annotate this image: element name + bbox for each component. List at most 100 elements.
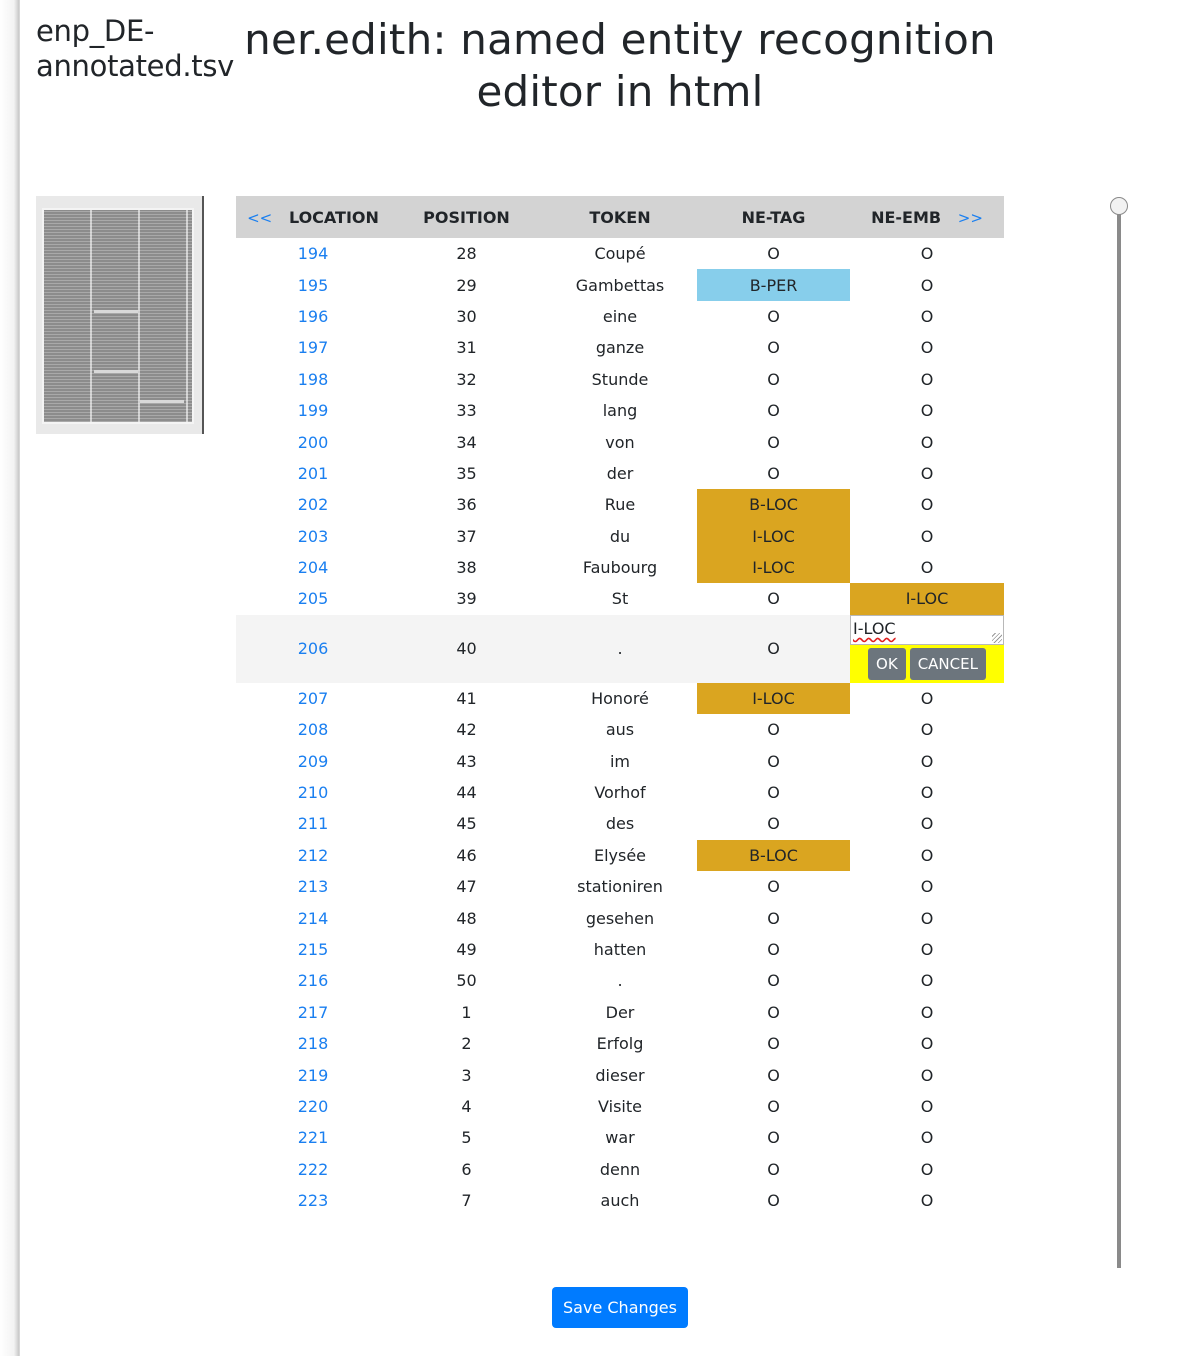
ne-emb-cell[interactable]: O bbox=[850, 1091, 1004, 1122]
ne-tag-cell[interactable]: O bbox=[697, 1122, 850, 1153]
token-cell[interactable]: stationiren bbox=[543, 871, 697, 902]
ok-button[interactable]: OK bbox=[868, 647, 906, 680]
next-page-link[interactable]: >> bbox=[958, 209, 983, 227]
ne-emb-cell[interactable]: O bbox=[850, 489, 1004, 520]
prev-page-link[interactable]: << bbox=[247, 209, 272, 227]
ne-tag-cell[interactable]: O bbox=[697, 934, 850, 965]
location-link[interactable]: 218 bbox=[298, 1034, 329, 1053]
token-cell[interactable]: Coupé bbox=[543, 238, 697, 269]
ne-tag-cell[interactable]: O bbox=[697, 364, 850, 395]
token-cell[interactable]: du bbox=[543, 521, 697, 552]
location-link[interactable]: 194 bbox=[298, 244, 329, 263]
token-cell[interactable]: lang bbox=[543, 395, 697, 426]
ne-emb-cell[interactable]: O bbox=[850, 395, 1004, 426]
token-cell[interactable]: . bbox=[543, 614, 697, 683]
ne-emb-edit-input[interactable]: I-LOC bbox=[850, 614, 1004, 645]
location-link[interactable]: 223 bbox=[298, 1191, 329, 1210]
ne-emb-cell[interactable]: O bbox=[850, 902, 1004, 933]
ne-emb-cell[interactable]: O bbox=[850, 552, 1004, 583]
token-cell[interactable]: Erfolg bbox=[543, 1028, 697, 1059]
location-link[interactable]: 211 bbox=[298, 814, 329, 833]
ne-emb-cell[interactable]: O bbox=[850, 332, 1004, 363]
token-cell[interactable]: von bbox=[543, 426, 697, 457]
cancel-button[interactable]: CANCEL bbox=[909, 647, 986, 680]
location-link[interactable]: 195 bbox=[298, 276, 329, 295]
ne-emb-cell[interactable]: O bbox=[850, 458, 1004, 489]
ne-emb-cell[interactable]: O bbox=[850, 745, 1004, 776]
token-cell[interactable]: Vorhof bbox=[543, 777, 697, 808]
ne-tag-cell[interactable]: B-LOC bbox=[697, 839, 850, 872]
location-link[interactable]: 201 bbox=[298, 464, 329, 483]
location-link[interactable]: 196 bbox=[298, 307, 329, 326]
token-cell[interactable]: Honoré bbox=[543, 683, 697, 714]
ne-emb-cell[interactable]: O bbox=[850, 521, 1004, 552]
ne-tag-cell[interactable]: O bbox=[697, 1185, 850, 1216]
location-link[interactable]: 200 bbox=[298, 433, 329, 452]
location-link[interactable]: 215 bbox=[298, 940, 329, 959]
ne-tag-cell[interactable]: I-LOC bbox=[697, 520, 850, 552]
scroll-slider-thumb[interactable] bbox=[1110, 197, 1128, 215]
token-cell[interactable]: im bbox=[543, 745, 697, 776]
location-link[interactable]: 209 bbox=[298, 752, 329, 771]
ne-tag-cell[interactable]: O bbox=[697, 426, 850, 457]
token-cell[interactable]: auch bbox=[543, 1185, 697, 1216]
ne-tag-cell[interactable]: O bbox=[697, 395, 850, 426]
ne-emb-cell[interactable]: O bbox=[850, 1059, 1004, 1090]
location-link[interactable]: 217 bbox=[298, 1003, 329, 1022]
ne-emb-cell[interactable]: O bbox=[850, 1185, 1004, 1216]
token-cell[interactable]: der bbox=[543, 458, 697, 489]
location-link[interactable]: 221 bbox=[298, 1128, 329, 1147]
location-link[interactable]: 205 bbox=[298, 589, 329, 608]
ne-emb-cell[interactable]: O bbox=[850, 683, 1004, 714]
location-link[interactable]: 222 bbox=[298, 1160, 329, 1179]
ne-emb-cell[interactable]: O bbox=[850, 426, 1004, 457]
token-cell[interactable]: Stunde bbox=[543, 364, 697, 395]
ne-tag-cell[interactable]: O bbox=[697, 997, 850, 1028]
ne-tag-cell[interactable]: O bbox=[697, 1059, 850, 1090]
ne-emb-cell[interactable]: O bbox=[850, 1122, 1004, 1153]
location-link[interactable]: 206 bbox=[298, 639, 329, 658]
ne-tag-cell[interactable]: I-LOC bbox=[697, 551, 850, 584]
ne-emb-cell[interactable]: O bbox=[850, 997, 1004, 1028]
token-cell[interactable]: hatten bbox=[543, 934, 697, 965]
token-cell[interactable]: Elysée bbox=[543, 840, 697, 871]
token-cell[interactable]: Visite bbox=[543, 1091, 697, 1122]
token-cell[interactable]: des bbox=[543, 808, 697, 839]
ne-tag-cell[interactable]: O bbox=[697, 458, 850, 489]
ne-tag-cell[interactable]: I-LOC bbox=[697, 682, 850, 715]
token-cell[interactable]: Der bbox=[543, 997, 697, 1028]
location-link[interactable]: 213 bbox=[298, 877, 329, 896]
location-link[interactable]: 207 bbox=[298, 689, 329, 708]
token-cell[interactable]: eine bbox=[543, 301, 697, 332]
ne-tag-cell[interactable]: O bbox=[697, 714, 850, 745]
ne-tag-cell[interactable]: O bbox=[697, 238, 850, 269]
token-cell[interactable]: Gambettas bbox=[543, 269, 697, 300]
location-link[interactable]: 214 bbox=[298, 909, 329, 928]
token-cell[interactable]: . bbox=[543, 965, 697, 996]
location-link[interactable]: 216 bbox=[298, 971, 329, 990]
token-cell[interactable]: denn bbox=[543, 1154, 697, 1185]
ne-tag-cell[interactable]: O bbox=[697, 1091, 850, 1122]
token-cell[interactable]: Faubourg bbox=[543, 552, 697, 583]
ne-tag-cell[interactable]: O bbox=[697, 902, 850, 933]
ne-tag-cell[interactable]: O bbox=[697, 332, 850, 363]
ne-tag-cell[interactable]: O bbox=[697, 777, 850, 808]
location-link[interactable]: 210 bbox=[298, 783, 329, 802]
ne-emb-cell[interactable]: O bbox=[850, 269, 1004, 300]
location-link[interactable]: 219 bbox=[298, 1066, 329, 1085]
location-link[interactable]: 208 bbox=[298, 720, 329, 739]
ne-emb-cell[interactable]: O bbox=[850, 364, 1004, 395]
ne-emb-cell[interactable]: O bbox=[850, 934, 1004, 965]
ne-emb-cell[interactable]: O bbox=[850, 714, 1004, 745]
ne-emb-cell[interactable]: O bbox=[850, 1154, 1004, 1185]
ne-emb-cell[interactable]: O bbox=[850, 238, 1004, 269]
ne-emb-cell[interactable]: O bbox=[850, 808, 1004, 839]
ne-tag-cell[interactable]: B-LOC bbox=[697, 489, 850, 521]
ne-tag-cell[interactable]: O bbox=[697, 1154, 850, 1185]
location-link[interactable]: 199 bbox=[298, 401, 329, 420]
location-link[interactable]: 197 bbox=[298, 338, 329, 357]
location-link[interactable]: 220 bbox=[298, 1097, 329, 1116]
ne-emb-cell[interactable]: O bbox=[850, 777, 1004, 808]
save-changes-button[interactable]: Save Changes bbox=[552, 1287, 688, 1328]
ne-emb-cell[interactable]: O bbox=[850, 301, 1004, 332]
